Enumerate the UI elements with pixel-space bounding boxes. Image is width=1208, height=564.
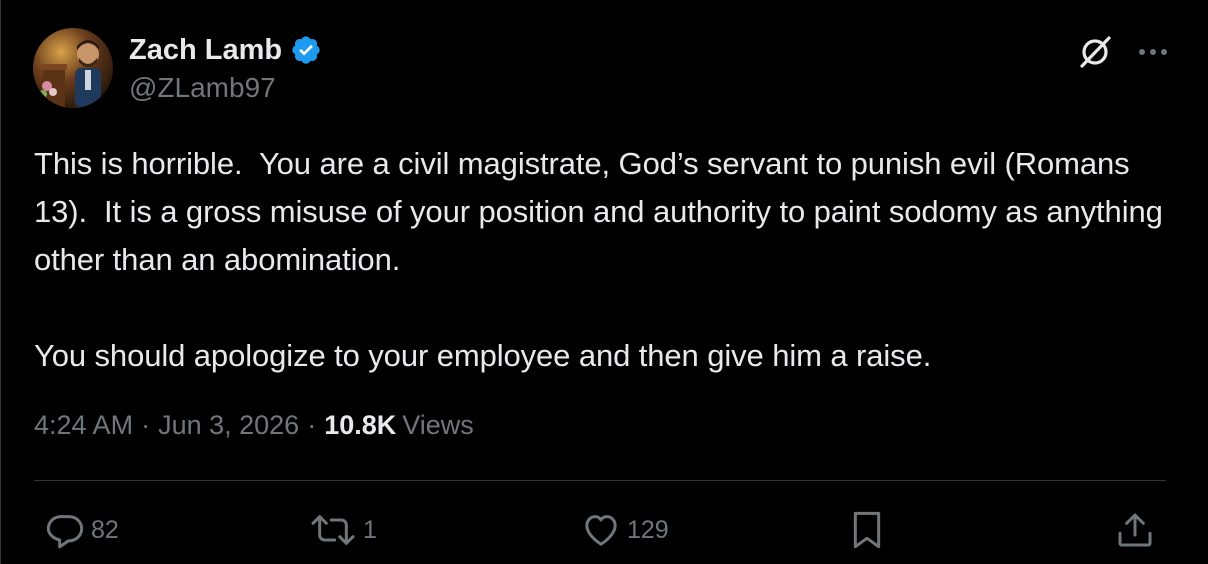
bookmark-button[interactable] xyxy=(847,505,887,555)
more-icon[interactable] xyxy=(1133,32,1173,72)
author-handle[interactable]: @ZLamb97 xyxy=(129,72,276,104)
tweet-time[interactable]: 4:24 AM xyxy=(34,410,133,441)
reply-count: 82 xyxy=(91,515,119,544)
like-count: 129 xyxy=(627,515,669,544)
tweet-text: This is horrible. You are a civil magist… xyxy=(34,140,1174,380)
repost-button[interactable]: 1 xyxy=(309,505,377,555)
tweet-paragraph: This is horrible. You are a civil magist… xyxy=(34,146,1172,277)
author-name-row[interactable]: Zach Lamb xyxy=(129,32,322,68)
views-count[interactable]: 10.8K xyxy=(324,410,396,441)
reply-button[interactable]: 82 xyxy=(45,505,119,555)
avatar[interactable] xyxy=(33,28,113,108)
action-bar: 82 1 129 xyxy=(1,505,1208,555)
tweet-metadata: 4:24 AM · Jun 3, 2026 · 10.8K Views xyxy=(34,410,474,441)
divider xyxy=(34,480,1166,481)
repost-icon xyxy=(309,510,357,550)
repost-count: 1 xyxy=(363,515,377,544)
verified-badge-icon[interactable] xyxy=(290,34,322,66)
like-button[interactable]: 129 xyxy=(581,505,669,555)
separator: · xyxy=(141,410,151,440)
tweet-header: Zach Lamb @ZLamb97 xyxy=(33,28,1177,112)
share-icon xyxy=(1115,510,1155,550)
tweet: Zach Lamb @ZLamb97 This is horrible. You… xyxy=(0,0,1208,564)
grok-icon[interactable] xyxy=(1075,32,1115,72)
heart-icon xyxy=(581,510,621,550)
tweet-paragraph: You should apologize to your employee an… xyxy=(34,338,932,373)
share-button[interactable] xyxy=(1115,505,1155,555)
reply-icon xyxy=(45,510,85,550)
bookmark-icon xyxy=(847,508,887,552)
tweet-date[interactable]: Jun 3, 2026 xyxy=(158,410,299,441)
author-display-name[interactable]: Zach Lamb xyxy=(129,34,282,67)
views-label[interactable]: Views xyxy=(402,410,474,441)
separator: · xyxy=(307,410,317,440)
